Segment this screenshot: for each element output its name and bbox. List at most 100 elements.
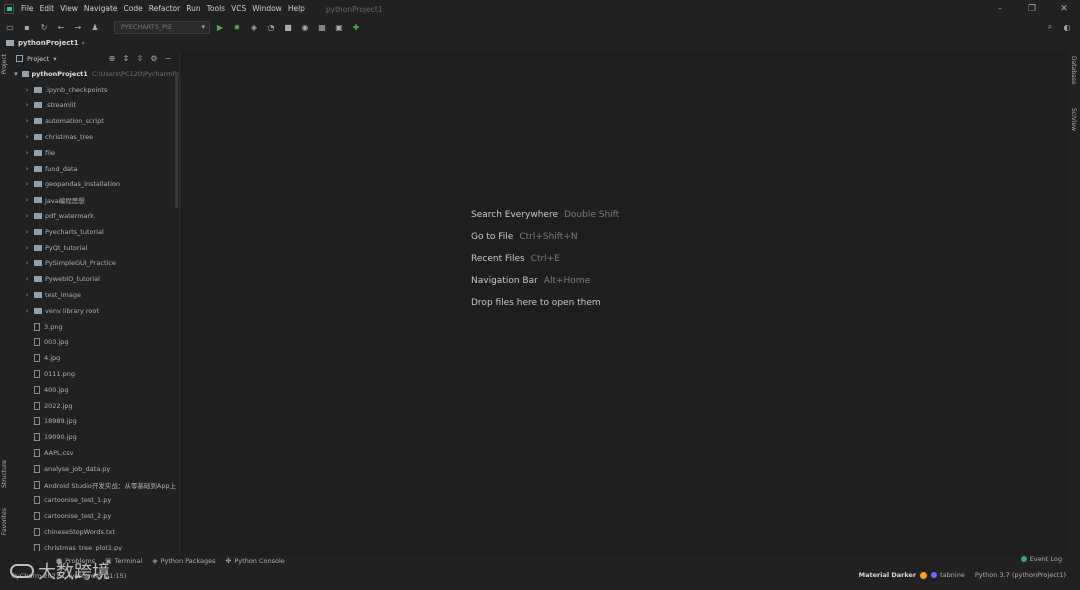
tree-folder-row[interactable]: › PyQt_tutorial — [12, 240, 179, 256]
run-icon[interactable]: ▶ — [213, 20, 227, 34]
settings-icon[interactable]: ⚙ — [147, 54, 161, 63]
tree-folder-row[interactable]: › Java编程思想 — [12, 192, 179, 208]
tree-folder-row[interactable]: › Pyecharts_tutorial — [12, 224, 179, 240]
tree-folder-row[interactable]: › .streamlit — [12, 98, 179, 114]
menu-navigate[interactable]: Navigate — [81, 0, 121, 18]
interpreter-selector[interactable]: Python 3.7 (pythonProject1) — [975, 571, 1066, 579]
tree-folder-row[interactable]: › christmas_tree — [12, 129, 179, 145]
tree-file-row[interactable]: Android Studio开发实战：从零基础到App上 — [12, 477, 179, 493]
tree-file-row[interactable]: 3.png — [12, 319, 179, 335]
menu-edit[interactable]: Edit — [37, 0, 58, 18]
forward-icon[interactable]: → — [71, 20, 85, 34]
collapsed-arrow-icon[interactable]: › — [22, 307, 32, 315]
collapsed-arrow-icon[interactable]: › — [22, 275, 32, 283]
tree-folder-row[interactable]: › automation_script — [12, 113, 179, 129]
breadcrumb-project[interactable]: pythonProject1 — [18, 39, 79, 47]
collapsed-arrow-icon[interactable]: › — [22, 259, 32, 267]
event-log-tab[interactable]: Event Log — [1020, 555, 1062, 563]
menu-code[interactable]: Code — [121, 0, 146, 18]
theme-indicator[interactable]: Material Darker — [859, 571, 916, 579]
plugin-icon[interactable]: ✚ — [349, 20, 363, 34]
structure-view-icon[interactable]: ▦ — [315, 20, 329, 34]
close-icon[interactable]: ✕ — [1048, 0, 1080, 18]
coverage-icon[interactable]: ◈ — [247, 20, 261, 34]
find-action-icon[interactable]: ◉ — [298, 20, 312, 34]
menu-view[interactable]: View — [57, 0, 81, 18]
menu-vcs[interactable]: VCS — [228, 0, 249, 18]
project-structure-icon[interactable]: ▣ — [332, 20, 346, 34]
tree-folder-row[interactable]: › geopandas_installation — [12, 177, 179, 193]
collapsed-arrow-icon[interactable]: › — [22, 101, 32, 109]
tree-folder-row[interactable]: › pdf_watermark — [12, 208, 179, 224]
editor-area[interactable]: Search Everywhere Double Shift Go to File… — [181, 50, 1068, 555]
add-configuration-icon[interactable]: ♟ — [88, 20, 102, 34]
open-folder-icon[interactable]: ▭ — [3, 20, 17, 34]
profile-icon[interactable]: ◔ — [264, 20, 278, 34]
menu-refactor[interactable]: Refactor — [146, 0, 183, 18]
tree-folder-row[interactable]: › fund_data — [12, 161, 179, 177]
tree-file-row[interactable]: chineseStopWords.txt — [12, 524, 179, 540]
expanded-arrow-icon[interactable]: ▾ — [12, 70, 20, 78]
collapsed-arrow-icon[interactable]: › — [22, 133, 32, 141]
search-icon[interactable]: ⌕ — [1043, 20, 1057, 34]
tree-file-row[interactable]: 0111.png — [12, 366, 179, 382]
locate-icon[interactable]: ⊕ — [105, 54, 119, 63]
menu-run[interactable]: Run — [183, 0, 203, 18]
collapsed-arrow-icon[interactable]: › — [22, 165, 32, 173]
tree-file-row[interactable]: 003.jpg — [12, 335, 179, 351]
structure-tool-tab[interactable]: Structure — [1, 460, 8, 488]
menu-file[interactable]: File — [18, 0, 37, 18]
tree-file-row[interactable]: cartoonise_test_2.py — [12, 508, 179, 524]
run-configuration-select[interactable]: PYECHARTS_PIE ▾ — [114, 20, 210, 34]
expand-all-icon[interactable]: ⇕ — [119, 54, 133, 63]
tree-file-row[interactable]: analyse_job_data.py — [12, 461, 179, 477]
tree-file-row[interactable]: AAPL.csv — [12, 445, 179, 461]
collapsed-arrow-icon[interactable]: › — [22, 149, 32, 157]
chevron-down-icon[interactable]: ▾ — [53, 55, 56, 63]
project-scrollbar[interactable] — [175, 73, 178, 208]
restore-icon[interactable]: ❐ — [1016, 0, 1048, 18]
tree-folder-row[interactable]: › test_image — [12, 287, 179, 303]
tree-folder-row[interactable]: › .ipynb_checkpoints — [12, 82, 179, 98]
database-tool-tab[interactable]: Database — [1070, 56, 1077, 85]
debug-icon[interactable]: ✹ — [230, 20, 244, 34]
collapsed-arrow-icon[interactable]: › — [22, 86, 32, 94]
tree-folder-row[interactable]: › PySimpleGUI_Practice — [12, 256, 179, 272]
project-view-select[interactable]: Project — [27, 55, 49, 63]
tree-folder-row[interactable]: › venv library root — [12, 303, 179, 319]
tree-file-row[interactable]: 19090.jpg — [12, 429, 179, 445]
tree-file-row[interactable]: 4.jpg — [12, 350, 179, 366]
stop-icon[interactable]: ■ — [281, 20, 295, 34]
jetbrains-toolbox-icon[interactable]: ◐ — [1060, 20, 1074, 34]
sync-icon[interactable]: ↻ — [37, 20, 51, 34]
save-all-icon[interactable]: ▪ — [20, 20, 34, 34]
sciview-tool-tab[interactable]: SciView — [1070, 108, 1077, 131]
collapsed-arrow-icon[interactable]: › — [22, 291, 32, 299]
collapsed-arrow-icon[interactable]: › — [22, 196, 32, 204]
tabnine-status[interactable]: tabnine — [931, 571, 965, 579]
python-console-tab[interactable]: ✤ Python Console — [226, 557, 285, 565]
minimize-icon[interactable]: – — [984, 0, 1016, 18]
terminal-tab[interactable]: ▣ Terminal — [105, 557, 142, 565]
collapse-all-icon[interactable]: ⇳ — [133, 54, 147, 63]
collapsed-arrow-icon[interactable]: › — [22, 244, 32, 252]
favorites-tool-tab[interactable]: Favorites — [1, 508, 8, 535]
tree-folder-row[interactable]: › PywebIO_tutorial — [12, 271, 179, 287]
tree-file-row[interactable]: 400.jpg — [12, 382, 179, 398]
tree-file-row[interactable]: 18989.jpg — [12, 414, 179, 430]
tree-file-row[interactable]: cartoonise_test_1.py — [12, 493, 179, 509]
collapsed-arrow-icon[interactable]: › — [22, 228, 32, 236]
python-packages-tab[interactable]: ◈ Python Packages — [152, 557, 215, 565]
back-icon[interactable]: ← — [54, 20, 68, 34]
menu-help[interactable]: Help — [285, 0, 308, 18]
collapsed-arrow-icon[interactable]: › — [22, 117, 32, 125]
menu-window[interactable]: Window — [249, 0, 285, 18]
tree-file-row[interactable]: christmas_tree_plot1.py — [12, 540, 179, 551]
collapsed-arrow-icon[interactable]: › — [22, 212, 32, 220]
tree-folder-row[interactable]: › file — [12, 145, 179, 161]
project-tool-tab[interactable]: Project — [1, 54, 8, 75]
menu-tools[interactable]: Tools — [204, 0, 228, 18]
collapsed-arrow-icon[interactable]: › — [22, 180, 32, 188]
hide-icon[interactable]: − — [161, 54, 175, 63]
tree-root[interactable]: ▾ pythonProject1 C:\Users\PC120\PycharmP… — [12, 66, 179, 82]
